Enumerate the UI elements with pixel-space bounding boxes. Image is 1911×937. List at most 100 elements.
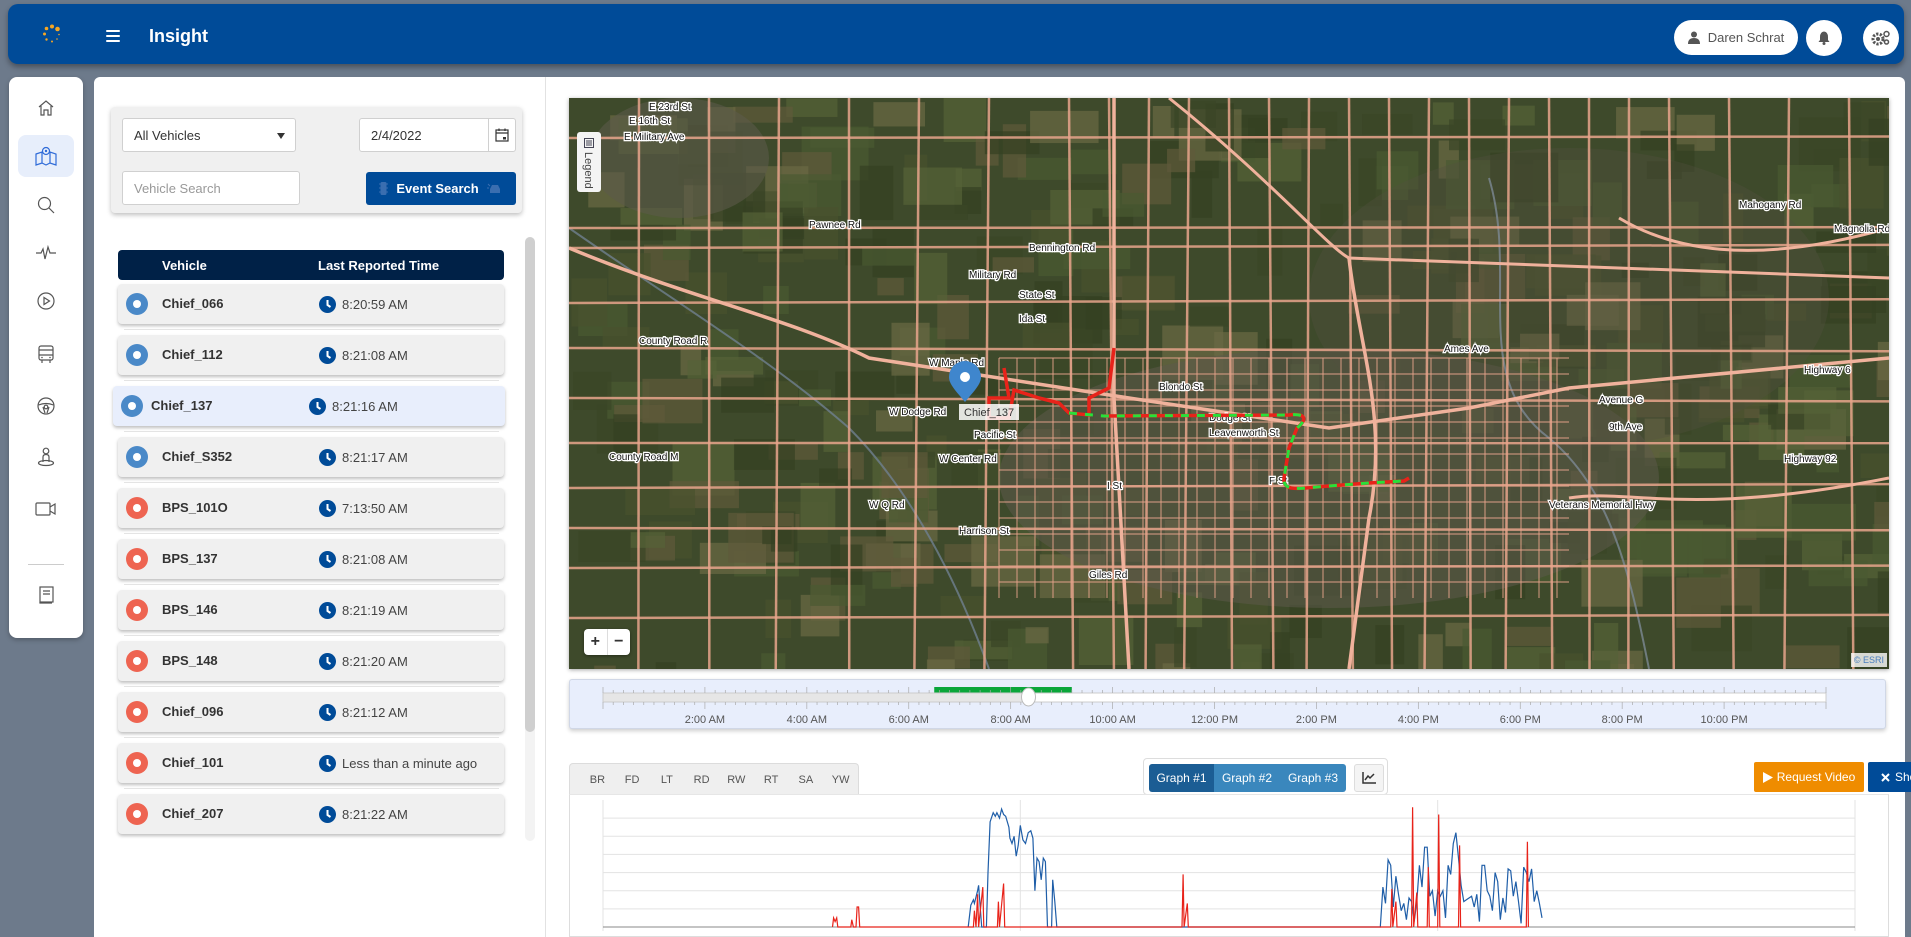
event-tab-yw[interactable]: YW [823, 774, 858, 786]
status-dot-icon [126, 548, 148, 570]
nav-vehicles[interactable] [18, 333, 74, 375]
nav-divider [28, 564, 64, 565]
vehicle-row[interactable]: Chief_066 8:20:59 AM [118, 284, 504, 324]
field-patch [1874, 501, 1889, 532]
notifications-button[interactable] [1806, 20, 1842, 56]
last-reported-time: 8:20:59 AM [342, 297, 408, 312]
event-chart-canvas [602, 800, 1856, 931]
graph-2-button[interactable]: Graph #2 [1214, 764, 1280, 792]
last-reported-time: 8:21:12 AM [342, 705, 408, 720]
timeline-slider[interactable]: 2:00 AM 4:00 AM 6:00 AM 8:00 AM 10:00 AM 12:0… [569, 679, 1886, 729]
timeline-label: 4:00 AM [787, 714, 827, 726]
field-patch [1362, 113, 1413, 135]
event-search-button[interactable]: Event Search [366, 172, 516, 205]
road [1467, 98, 1472, 669]
field-patch [943, 98, 987, 143]
legend-button[interactable]: Legend [577, 132, 601, 192]
road-label: Magnolia Rd [1834, 224, 1889, 235]
vehicle-name: Chief_066 [162, 296, 224, 311]
play-icon [1762, 771, 1773, 783]
settings-button[interactable] [1863, 20, 1899, 56]
show-details-button[interactable]: Show Details [1868, 762, 1911, 792]
request-video-button[interactable]: Request Video [1754, 762, 1864, 792]
timeline-canvas[interactable]: 2:00 AM 4:00 AM 6:00 AM 8:00 AM 10:00 AM 12:0… [570, 680, 1887, 730]
vehicle-row[interactable]: Chief_207 8:21:22 AM [118, 794, 504, 834]
status-dot-icon [126, 446, 148, 468]
hamburger-menu-icon[interactable] [106, 30, 120, 42]
vehicle-row[interactable]: BPS_137 8:21:08 AM [118, 539, 504, 579]
vehicle-name: BPS_148 [162, 653, 218, 668]
event-tab-br[interactable]: BR [580, 774, 615, 786]
scrollbar-thumb[interactable] [525, 237, 535, 732]
road-label: E 16th St [629, 116, 670, 127]
top-bar: Insight Daren Schrat [8, 4, 1904, 64]
insight-logo[interactable] [42, 24, 62, 44]
nav-map[interactable] [18, 135, 74, 177]
user-menu-button[interactable]: Daren Schrat [1674, 20, 1798, 55]
field-patch [779, 183, 817, 208]
event-tab-fd[interactable]: FD [615, 774, 650, 786]
road-label: Giles Rd [1089, 570, 1127, 581]
timeline-label: 8:00 PM [1602, 714, 1643, 726]
event-tab-lt[interactable]: LT [650, 774, 685, 786]
status-dot-icon [126, 599, 148, 621]
map-zoom-control: + − [584, 629, 630, 655]
vehicle-row[interactable]: BPS_146 8:21:19 AM [118, 590, 504, 630]
column-header-vehicle: Vehicle [162, 258, 207, 273]
chart-toggle-button[interactable] [1354, 764, 1384, 792]
vehicle-group-select[interactable]: All Vehicles [122, 118, 296, 152]
event-tab-rw[interactable]: RW [719, 774, 754, 786]
vehicle-search-input[interactable] [122, 171, 300, 205]
nav-playback[interactable] [18, 280, 74, 322]
road-label: Harrison St [959, 526, 1009, 537]
field-patch [859, 165, 894, 221]
road-label: Mahogany Rd [1739, 200, 1801, 211]
status-dot-icon [126, 650, 148, 672]
row-divider [124, 686, 499, 687]
vehicle-marker-label: Chief_137 [964, 407, 1014, 419]
map-canvas[interactable]: W Maple RdW Dodge RdPacific StW Center R… [569, 98, 1889, 669]
event-tab-rt[interactable]: RT [754, 774, 789, 786]
nav-home[interactable] [18, 87, 74, 129]
vehicle-row[interactable]: Chief_096 8:21:12 AM [118, 692, 504, 732]
road-label: Pacific St [974, 430, 1016, 441]
search-icon [37, 196, 55, 214]
row-divider [124, 788, 499, 789]
vehicle-list-scrollbar[interactable] [525, 237, 535, 841]
road-label: Highway 92 [1784, 454, 1837, 465]
nav-locations[interactable] [18, 436, 74, 478]
last-reported-time: 7:13:50 AM [342, 501, 408, 516]
vehicle-row[interactable]: BPS_101O 7:13:50 AM [118, 488, 504, 528]
graph-3-button[interactable]: Graph #3 [1280, 764, 1346, 792]
nav-activity[interactable] [18, 232, 74, 274]
field-patch [819, 468, 853, 488]
nav-video[interactable] [18, 488, 74, 530]
user-icon [1687, 31, 1700, 44]
field-patch [630, 532, 666, 548]
vehicle-row[interactable]: Chief_112 8:21:08 AM [118, 335, 504, 375]
vehicle-row[interactable]: Chief_S352 8:21:17 AM [118, 437, 504, 477]
timeline-label: 2:00 PM [1296, 714, 1337, 726]
map-pin-center [960, 372, 970, 382]
calendar-button[interactable] [488, 119, 515, 151]
field-patch [625, 488, 696, 516]
graph-1-button[interactable]: Graph #1 [1149, 764, 1214, 792]
nav-drivers[interactable] [18, 385, 74, 427]
nav-search[interactable] [18, 184, 74, 226]
vehicle-name: BPS_137 [162, 551, 218, 566]
vehicle-row[interactable]: Chief_137 8:21:16 AM [113, 386, 505, 426]
event-tab-rd[interactable]: RD [684, 774, 719, 786]
field-patch [655, 662, 677, 669]
road [637, 98, 641, 669]
field-patch [742, 212, 783, 252]
nav-reports[interactable] [18, 574, 74, 616]
zoom-in-button[interactable]: + [584, 629, 608, 655]
vehicle-row[interactable]: BPS_148 8:21:20 AM [118, 641, 504, 681]
event-tab-sa[interactable]: SA [789, 774, 824, 786]
zoom-out-button[interactable]: − [608, 629, 631, 655]
row-divider [124, 329, 499, 330]
vehicle-row[interactable]: Chief_101 Less than a minute ago [118, 743, 504, 783]
date-picker[interactable]: 2/4/2022 [359, 118, 516, 152]
map-view[interactable]: W Maple Rd W Dodge Rd Pacific St W Center R… [569, 98, 1889, 669]
timeline-handle[interactable] [1021, 687, 1037, 707]
